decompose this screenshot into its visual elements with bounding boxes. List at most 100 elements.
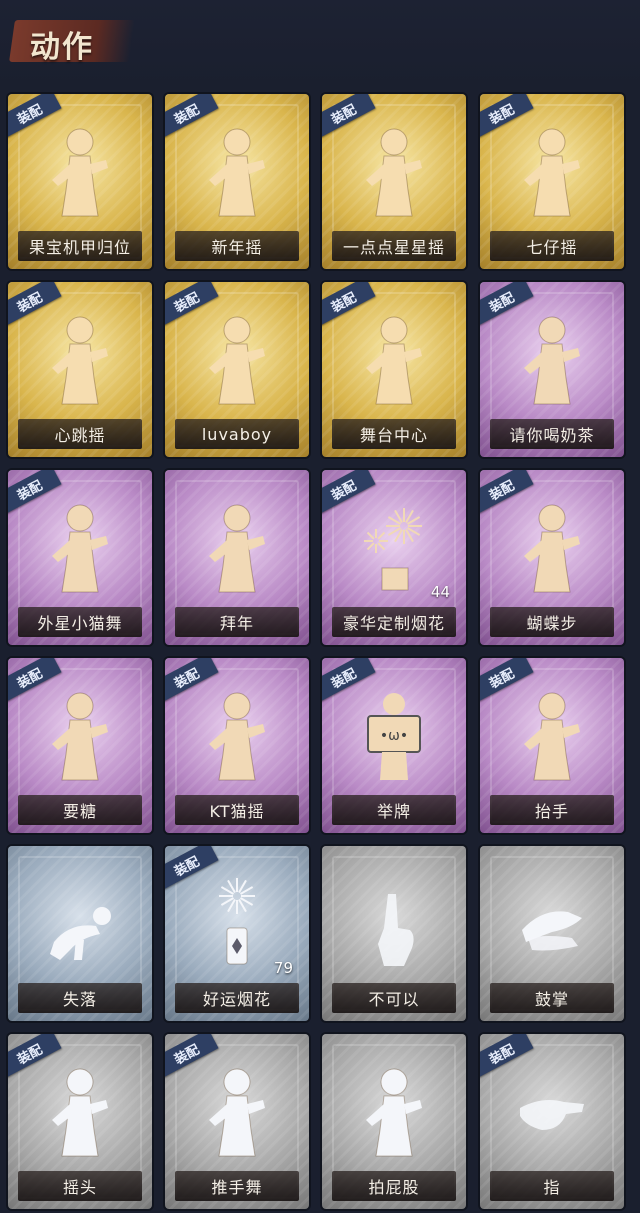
action-label-bar: 一点点星星摇 [332, 231, 456, 261]
action-label-bar: 摇头 [18, 1171, 142, 1201]
action-label-bar: 外星小猫舞 [18, 607, 142, 637]
action-label-bar: 鼓掌 [490, 983, 614, 1013]
action-name: 摇头 [62, 1178, 97, 1197]
action-card[interactable]: 装配 舞台中心 [322, 282, 466, 457]
action-card[interactable]: 拍屁股 [322, 1034, 466, 1209]
action-card[interactable]: 装配 推手舞 [165, 1034, 309, 1209]
action-name: 豪华定制烟花 [342, 614, 445, 633]
action-name: 蝴蝶步 [526, 614, 578, 633]
figure-icon [40, 308, 120, 408]
action-label-bar: 要糖 [18, 795, 142, 825]
figure-icon [512, 496, 592, 596]
figure-icon [40, 684, 120, 784]
action-label-bar: 好运烟花 [175, 983, 299, 1013]
action-card[interactable]: 装配 新年摇 [165, 94, 309, 269]
action-label-bar: luvaboy [175, 419, 299, 449]
action-card[interactable]: 装配 果宝机甲归位 [8, 94, 152, 269]
action-card[interactable]: 拜年 [165, 470, 309, 645]
action-name: 请你喝奶茶 [509, 426, 595, 445]
action-card[interactable]: •ω• 装配 举牌 [322, 658, 466, 833]
item-count: 44 [430, 583, 450, 601]
point-icon [512, 1060, 592, 1160]
action-card[interactable]: 装配 luvaboy [165, 282, 309, 457]
action-name: 推手舞 [211, 1178, 263, 1197]
firecracker-icon [197, 872, 277, 972]
action-label-bar: 心跳摇 [18, 419, 142, 449]
action-label-bar: 新年摇 [175, 231, 299, 261]
action-name: 举牌 [376, 802, 411, 821]
figure-icon [197, 1060, 277, 1160]
action-card[interactable]: 装配 一点点星星摇 [322, 94, 466, 269]
action-label-bar: 七仔摇 [490, 231, 614, 261]
action-label-bar: 拍屁股 [332, 1171, 456, 1201]
action-name: 果宝机甲归位 [28, 238, 131, 257]
action-label-bar: 蝴蝶步 [490, 607, 614, 637]
action-card[interactable]: 鼓掌 [480, 846, 624, 1021]
action-name: 新年摇 [211, 238, 263, 257]
action-card[interactable]: 装配 心跳摇 [8, 282, 152, 457]
action-name: KT猫摇 [209, 802, 265, 821]
figure-icon [197, 120, 277, 220]
action-name: 拍屁股 [368, 1178, 420, 1197]
action-card[interactable]: 装配 蝴蝶步 [480, 470, 624, 645]
figure-icon [40, 496, 120, 596]
action-card[interactable]: 装配 七仔摇 [480, 94, 624, 269]
action-label-bar: 不可以 [332, 983, 456, 1013]
item-count: 79 [273, 959, 293, 977]
fireworks-icon [354, 496, 434, 596]
action-name: 一点点星星摇 [342, 238, 445, 257]
figure-icon [512, 120, 592, 220]
figure-icon [354, 120, 434, 220]
svg-text:•ω•: •ω• [380, 728, 408, 744]
action-name: 外星小猫舞 [37, 614, 123, 633]
action-card[interactable]: 装配 请你喝奶茶 [480, 282, 624, 457]
action-card[interactable]: 装配 KT猫摇 [165, 658, 309, 833]
figure-icon [512, 684, 592, 784]
action-label-bar: 举牌 [332, 795, 456, 825]
figure-icon [354, 1060, 434, 1160]
figure-icon [197, 684, 277, 784]
action-name: 要糖 [62, 802, 97, 821]
header: 动作 [0, 0, 640, 88]
action-card[interactable]: 失落 [8, 846, 152, 1021]
action-card[interactable]: 装配 摇头 [8, 1034, 152, 1209]
action-name: 心跳摇 [54, 426, 106, 445]
action-name: 舞台中心 [359, 426, 428, 445]
action-card[interactable]: 装配 抬手 [480, 658, 624, 833]
action-name: 抬手 [534, 802, 569, 821]
clap-icon [512, 872, 592, 972]
page-title: 动作 [30, 30, 94, 65]
action-card[interactable]: 装配 79 好运烟花 [165, 846, 309, 1021]
action-label-bar: 指 [490, 1171, 614, 1201]
action-name: 失落 [62, 990, 97, 1009]
action-label-bar: 果宝机甲归位 [18, 231, 142, 261]
figure-icon [512, 308, 592, 408]
action-label-bar: 抬手 [490, 795, 614, 825]
figure-icon [40, 1060, 120, 1160]
action-name: 不可以 [368, 990, 420, 1009]
action-label-bar: KT猫摇 [175, 795, 299, 825]
action-name: 好运烟花 [202, 990, 271, 1009]
action-label-bar: 失落 [18, 983, 142, 1013]
action-name: luvaboy [201, 424, 273, 444]
action-card[interactable]: 装配 要糖 [8, 658, 152, 833]
action-label-bar: 舞台中心 [332, 419, 456, 449]
action-name: 指 [543, 1178, 561, 1197]
figure-icon [354, 308, 434, 408]
crawl-icon [40, 872, 120, 972]
action-card[interactable]: 装配 外星小猫舞 [8, 470, 152, 645]
figure-icon [197, 308, 277, 408]
action-card[interactable]: 不可以 [322, 846, 466, 1021]
action-label-bar: 推手舞 [175, 1171, 299, 1201]
finger-icon [354, 872, 434, 972]
action-label-bar: 豪华定制烟花 [332, 607, 456, 637]
action-label-bar: 请你喝奶茶 [490, 419, 614, 449]
figure-icon [40, 120, 120, 220]
action-name: 拜年 [219, 614, 254, 633]
action-name: 鼓掌 [534, 990, 569, 1009]
action-card[interactable]: 装配 44 豪华定制烟花 [322, 470, 466, 645]
figure-icon [197, 496, 277, 596]
action-label-bar: 拜年 [175, 607, 299, 637]
sign-icon: •ω• [354, 684, 434, 784]
action-card[interactable]: 装配指 [480, 1034, 624, 1209]
